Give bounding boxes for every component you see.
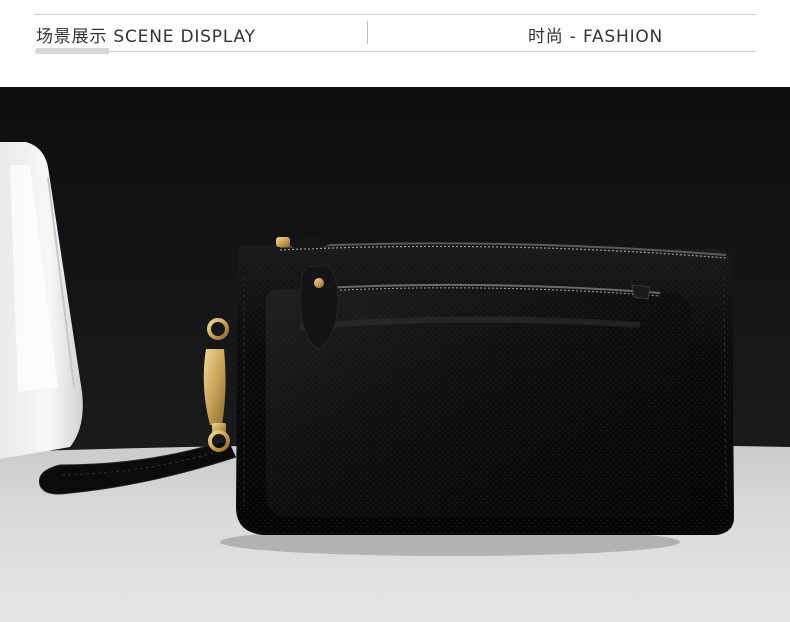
header-divider [367, 21, 368, 44]
fashion-title: 时尚 - FASHION [528, 27, 664, 47]
zipper-pull-pocket [631, 284, 651, 300]
header-top-rule [34, 14, 756, 15]
clutch-bag-illustration [0, 87, 790, 622]
active-tab-underline [36, 48, 109, 54]
header-bottom-rule [34, 51, 756, 52]
section-header: 场景展示 SCENE DISPLAY 时尚 - FASHION [0, 0, 790, 87]
scene-display-title: 场景展示 SCENE DISPLAY [36, 27, 256, 47]
product-scene-photo [0, 87, 790, 622]
